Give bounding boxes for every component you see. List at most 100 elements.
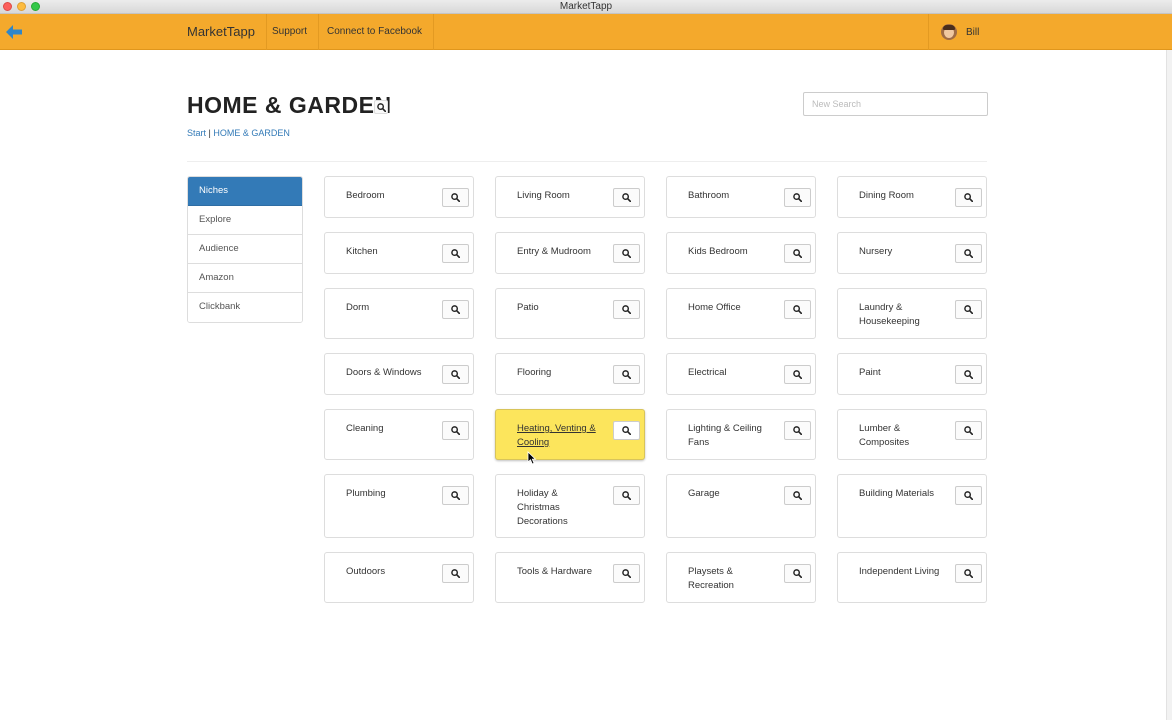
niche-label[interactable]: Electrical (688, 366, 773, 380)
niche-search-button[interactable] (442, 486, 469, 505)
niche-card-outdoors[interactable]: Outdoors (324, 552, 474, 603)
user-menu[interactable]: Bill (928, 14, 979, 50)
niche-label[interactable]: Laundry & Housekeeping (859, 301, 944, 329)
niche-label[interactable]: Bathroom (688, 189, 773, 203)
niche-card-paint[interactable]: Paint (837, 353, 987, 395)
niche-card-electrical[interactable]: Electrical (666, 353, 816, 395)
niche-search-button[interactable] (442, 244, 469, 263)
niche-label[interactable]: Doors & Windows (346, 366, 431, 380)
niche-search-button[interactable] (784, 244, 811, 263)
niche-card-dining-room[interactable]: Dining Room (837, 176, 987, 218)
niche-label[interactable]: Bedroom (346, 189, 431, 203)
niche-label[interactable]: Kids Bedroom (688, 245, 773, 259)
niche-card-holiday-and-christmas-decorations[interactable]: Holiday & Christmas Decorations (495, 474, 645, 538)
niche-label[interactable]: Entry & Mudroom (517, 245, 602, 259)
niche-card-heating-venting-and-cooling[interactable]: Heating, Venting & Cooling (495, 409, 645, 460)
niche-label[interactable]: Dorm (346, 301, 431, 315)
niche-card-doors-and-windows[interactable]: Doors & Windows (324, 353, 474, 395)
niche-label[interactable]: Lighting & Ceiling Fans (688, 422, 773, 450)
niche-label[interactable]: Outdoors (346, 565, 431, 579)
niche-card-plumbing[interactable]: Plumbing (324, 474, 474, 538)
window-edge (1166, 50, 1172, 720)
niche-label[interactable]: Living Room (517, 189, 602, 203)
niche-card-cleaning[interactable]: Cleaning (324, 409, 474, 460)
niche-search-button[interactable] (955, 365, 982, 384)
niche-card-garage[interactable]: Garage (666, 474, 816, 538)
niche-search-button[interactable] (955, 564, 982, 583)
niche-search-button[interactable] (613, 421, 640, 440)
back-arrow-icon[interactable] (4, 22, 24, 42)
sidebar-item-explore[interactable]: Explore (188, 206, 302, 235)
niche-card-bathroom[interactable]: Bathroom (666, 176, 816, 218)
niche-label[interactable]: Building Materials (859, 487, 944, 501)
niche-search-button[interactable] (955, 421, 982, 440)
support-link[interactable]: Support (261, 14, 320, 50)
niche-label[interactable]: Independent Living (859, 565, 944, 579)
niche-card-patio[interactable]: Patio (495, 288, 645, 339)
niche-search-button[interactable] (442, 421, 469, 440)
niche-search-button[interactable] (442, 365, 469, 384)
niche-label[interactable]: Tools & Hardware (517, 565, 602, 579)
niche-card-lumber-and-composites[interactable]: Lumber & Composites (837, 409, 987, 460)
niche-label[interactable]: Plumbing (346, 487, 431, 501)
niche-search-button[interactable] (955, 244, 982, 263)
niche-card-laundry-and-housekeeping[interactable]: Laundry & Housekeeping (837, 288, 987, 339)
niche-search-button[interactable] (613, 365, 640, 384)
niche-search-button[interactable] (955, 188, 982, 207)
connect-facebook-link[interactable]: Connect to Facebook (316, 14, 435, 50)
niche-card-living-room[interactable]: Living Room (495, 176, 645, 218)
niche-search-button[interactable] (955, 486, 982, 505)
niche-search-button[interactable] (784, 486, 811, 505)
niche-search-button[interactable] (442, 188, 469, 207)
niche-label[interactable]: Cleaning (346, 422, 431, 436)
niche-card-entry-and-mudroom[interactable]: Entry & Mudroom (495, 232, 645, 274)
niche-card-home-office[interactable]: Home Office (666, 288, 816, 339)
niche-label[interactable]: Patio (517, 301, 602, 315)
breadcrumb-start-link[interactable]: Start (187, 128, 206, 138)
niche-search-button[interactable] (784, 300, 811, 319)
niche-card-dorm[interactable]: Dorm (324, 288, 474, 339)
niche-card-playsets-and-recreation[interactable]: Playsets & Recreation (666, 552, 816, 603)
niche-search-button[interactable] (613, 300, 640, 319)
niche-card-bedroom[interactable]: Bedroom (324, 176, 474, 218)
niche-label[interactable]: Flooring (517, 366, 602, 380)
niche-card-lighting-and-ceiling-fans[interactable]: Lighting & Ceiling Fans (666, 409, 816, 460)
sidebar-item-niches[interactable]: Niches (188, 177, 302, 206)
sidebar-item-clickbank[interactable]: Clickbank (188, 293, 302, 322)
niche-label[interactable]: Home Office (688, 301, 773, 315)
niche-search-button[interactable] (784, 564, 811, 583)
niche-search-button[interactable] (613, 564, 640, 583)
breadcrumb-current[interactable]: HOME & GARDEN (213, 128, 290, 138)
niche-label[interactable]: Holiday & Christmas Decorations (517, 487, 602, 529)
niche-label[interactable]: Playsets & Recreation (688, 565, 773, 593)
title-search-button[interactable] (374, 100, 388, 114)
niche-card-kids-bedroom[interactable]: Kids Bedroom (666, 232, 816, 274)
niche-search-button[interactable] (784, 421, 811, 440)
niche-card-kitchen[interactable]: Kitchen (324, 232, 474, 274)
niche-search-button[interactable] (442, 300, 469, 319)
niche-label[interactable]: Heating, Venting & Cooling (517, 422, 602, 450)
niche-search-button[interactable] (613, 188, 640, 207)
niche-search-button[interactable] (784, 365, 811, 384)
niche-label[interactable]: Paint (859, 366, 944, 380)
niche-search-button[interactable] (442, 564, 469, 583)
sidebar-item-amazon[interactable]: Amazon (188, 264, 302, 293)
brand-link[interactable]: MarketTapp (187, 14, 267, 50)
niche-card-flooring[interactable]: Flooring (495, 353, 645, 395)
niche-search-button[interactable] (955, 300, 982, 319)
niche-search-button[interactable] (613, 244, 640, 263)
niche-card-independent-living[interactable]: Independent Living (837, 552, 987, 603)
niche-search-button[interactable] (784, 188, 811, 207)
niche-label[interactable]: Kitchen (346, 245, 431, 259)
niche-search-button[interactable] (613, 486, 640, 505)
niche-label[interactable]: Dining Room (859, 189, 944, 203)
sidebar-item-audience[interactable]: Audience (188, 235, 302, 264)
niche-card-building-materials[interactable]: Building Materials (837, 474, 987, 538)
niche-label[interactable]: Garage (688, 487, 773, 501)
new-search-input[interactable] (803, 92, 988, 116)
niche-card-tools-and-hardware[interactable]: Tools & Hardware (495, 552, 645, 603)
search-icon (622, 305, 631, 314)
niche-label[interactable]: Nursery (859, 245, 944, 259)
niche-card-nursery[interactable]: Nursery (837, 232, 987, 274)
niche-label[interactable]: Lumber & Composites (859, 422, 944, 450)
